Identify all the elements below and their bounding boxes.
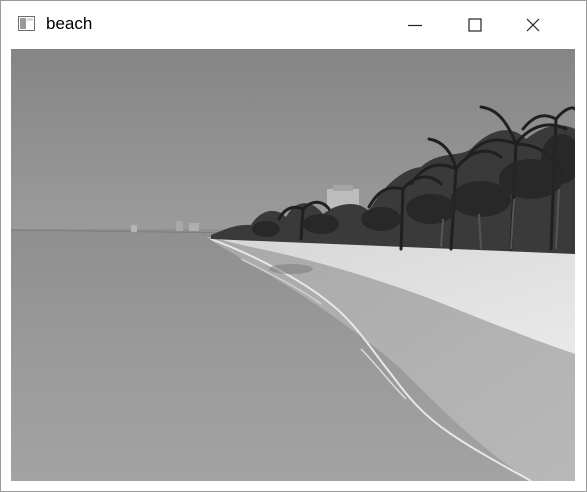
beach-image [11, 49, 575, 481]
app-window: beach [0, 0, 587, 492]
window-title: beach [46, 14, 93, 33]
close-icon [526, 18, 540, 32]
minimize-icon [408, 18, 422, 32]
maximize-button[interactable] [446, 1, 504, 48]
maximize-icon [468, 17, 482, 32]
title-bar[interactable]: beach [1, 1, 586, 48]
window-app-icon [18, 16, 35, 31]
beach-photo [11, 49, 575, 481]
minimize-button[interactable] [386, 1, 444, 48]
close-button[interactable] [504, 1, 562, 48]
